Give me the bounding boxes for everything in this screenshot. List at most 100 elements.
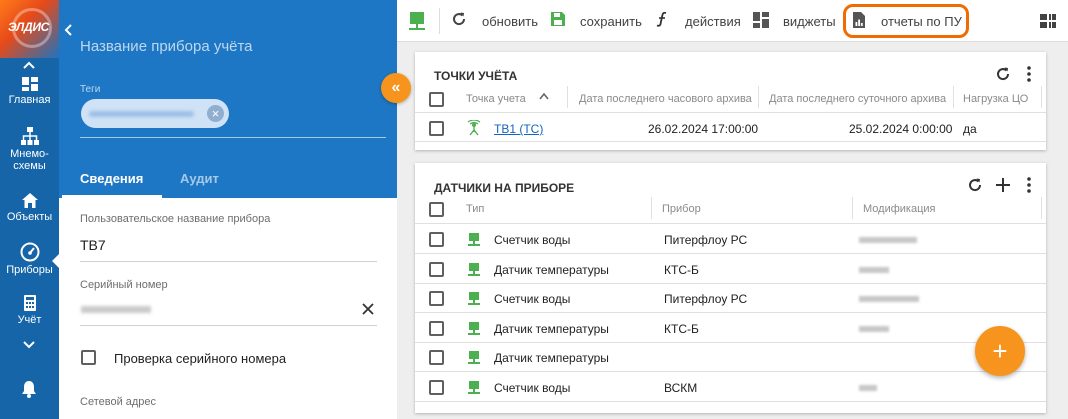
nav-item-objects[interactable]: Объекты (0, 192, 59, 223)
sensor-icon (468, 262, 480, 276)
collapse-panel-button[interactable]: « (381, 73, 411, 103)
col-separator (1041, 86, 1042, 108)
add-icon[interactable] (995, 177, 1011, 193)
row-checkbox[interactable] (429, 291, 444, 306)
function-icon (656, 11, 667, 27)
row-checkbox[interactable] (429, 379, 444, 395)
row-divider (415, 253, 1046, 254)
nav-item-home[interactable]: Главная (0, 76, 59, 106)
sensor-type: Датчик температуры (494, 351, 609, 365)
row-checkbox[interactable] (429, 232, 444, 247)
header-divider (415, 223, 1046, 224)
hourly-archive-date: 26.02.2024 17:00:00 (648, 122, 759, 136)
tag-remove-icon[interactable]: × (207, 105, 224, 122)
col-separator (651, 197, 652, 219)
device-name-input[interactable]: Название прибора учёта (80, 38, 253, 55)
tag-chip[interactable]: × (81, 99, 229, 128)
sensor-device: КТС-Б (664, 321, 699, 336)
nav-scroll-up-icon[interactable] (22, 60, 36, 70)
nav-item-accounting[interactable]: Учёт (0, 294, 59, 326)
nav-item-mnemo[interactable]: Мнемо- схемы (0, 126, 59, 172)
sensor-type: Счетчик воды (494, 233, 571, 247)
nav-label-home: Главная (8, 94, 51, 106)
row-checkbox[interactable] (429, 261, 444, 277)
sensor-icon (468, 380, 480, 394)
home-icon (21, 193, 38, 208)
nav-label-devices: Приборы (6, 264, 53, 276)
row-checkbox[interactable] (429, 121, 444, 136)
sensor-modification (859, 325, 889, 332)
main-nav: ЭЛДИС Главная Мнемо- схемы Объекты Прибо… (0, 0, 59, 419)
col-point[interactable]: Точка учета (466, 93, 526, 105)
refresh-icon[interactable] (995, 66, 1011, 82)
nav-label-objects: Объекты (6, 211, 53, 223)
col-modification[interactable]: Модификация (863, 203, 936, 215)
more-icon[interactable] (1027, 66, 1031, 82)
col-hourly[interactable]: Дата последнего часового архива (579, 93, 752, 105)
gauge-icon (20, 242, 39, 262)
nav-item-devices[interactable]: Приборы (0, 242, 59, 276)
add-fab-button[interactable]: + (975, 326, 1025, 376)
col-daily[interactable]: Дата последнего суточного архива (769, 93, 946, 105)
sensor-icon (468, 321, 480, 335)
col-separator (953, 86, 954, 108)
tag-chip-text (89, 111, 194, 117)
clear-icon[interactable] (361, 302, 375, 316)
daily-archive-date: 25.02.2024 0:00:00 (849, 122, 953, 136)
refresh-icon[interactable] (967, 177, 983, 193)
sensor-modification (859, 384, 877, 391)
metering-point-icon (467, 120, 481, 136)
col-device[interactable]: Прибор (662, 203, 701, 215)
logo[interactable]: ЭЛДИС (0, 0, 59, 58)
sensor-modification (859, 237, 917, 243)
device-panel: Название прибора учёта Теги × Сведения А… (59, 0, 397, 419)
sensors-card: ДАТЧИКИ НА ПРИБОРЕ Тип Прибор Модификаци… (415, 163, 1046, 413)
sensor-icon (468, 233, 480, 246)
actions-label: действия (685, 14, 741, 29)
tab-audit[interactable]: Аудит (180, 171, 219, 186)
sensor-modification (859, 266, 889, 273)
more-icon[interactable] (1027, 177, 1031, 193)
user-name-label: Пользовательское название прибора (80, 213, 271, 225)
active-tab-indicator (62, 195, 162, 198)
refresh-label: обновить (482, 14, 538, 29)
col-separator (758, 86, 759, 108)
row-checkbox[interactable] (429, 350, 444, 365)
layout-icon[interactable] (1039, 13, 1057, 29)
point-link[interactable]: ТВ1 (ТС) (494, 122, 543, 136)
tab-info[interactable]: Сведения (80, 171, 143, 186)
row-divider (415, 141, 1046, 142)
row-checkbox[interactable] (429, 320, 444, 336)
network-address-label: Сетевой адрес (80, 396, 157, 408)
load-value: да (963, 122, 977, 136)
col-type[interactable]: Тип (466, 203, 484, 215)
bell-icon[interactable] (21, 380, 37, 398)
back-chevron-icon[interactable] (64, 24, 74, 36)
row-divider (415, 312, 1046, 313)
device-icon[interactable] (407, 10, 427, 32)
save-icon (551, 12, 565, 26)
sensor-type: Счетчик воды (494, 380, 571, 395)
select-all-checkbox[interactable] (429, 202, 444, 217)
header-divider (415, 112, 1046, 113)
tags-label: Теги (80, 84, 101, 95)
select-all-checkbox[interactable] (429, 92, 444, 107)
sensor-type: Датчик температуры (494, 321, 609, 336)
serial-field[interactable] (81, 306, 151, 313)
sensor-device: Питерфлоу РС (664, 292, 748, 306)
serial-check-checkbox[interactable] (81, 350, 96, 365)
nav-scroll-down-icon[interactable] (22, 340, 36, 350)
sensor-type: Счетчик воды (494, 292, 571, 306)
device-panel-header: Название прибора учёта Теги × Сведения А… (59, 0, 397, 198)
user-name-underline (80, 261, 377, 262)
metering-points-card: ТОЧКИ УЧЁТА Точка учета Дата последнего … (415, 52, 1046, 150)
reports-highlight (843, 4, 969, 38)
serial-check-label: Проверка серийного номера (114, 351, 287, 366)
sensors-title: ДАТЧИКИ НА ПРИБОРЕ (434, 181, 575, 195)
nav-label-mnemo-2: схемы (13, 160, 46, 172)
sort-asc-icon[interactable] (538, 92, 550, 100)
user-name-field[interactable]: ТВ7 (80, 237, 106, 253)
col-load[interactable]: Нагрузка ЦО (963, 93, 1028, 105)
serial-label: Серийный номер (80, 279, 168, 291)
widgets-icon (753, 12, 769, 28)
